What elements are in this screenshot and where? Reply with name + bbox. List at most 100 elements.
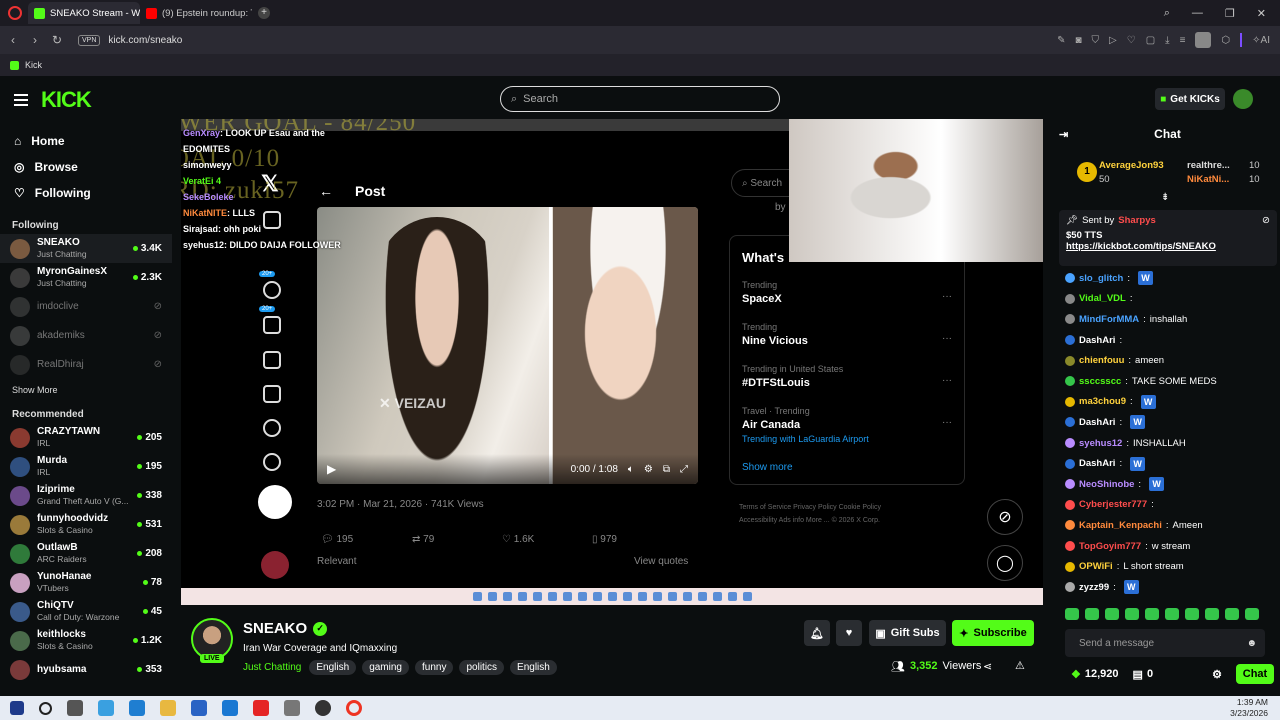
chat-message[interactable]: ma3chou9: W (1065, 392, 1275, 413)
send-chat-button[interactable]: Chat (1236, 664, 1274, 684)
chat-username[interactable]: OPWiFi (1079, 561, 1113, 572)
chat-username[interactable]: zyzz99 (1079, 582, 1109, 593)
camera-icon[interactable]: ◙ (1075, 35, 1081, 46)
reload-button[interactable]: ↻ (46, 33, 68, 47)
close-window-button[interactable]: ✕ (1257, 7, 1266, 20)
chat-username[interactable]: syehus12 (1079, 438, 1122, 449)
chat-username[interactable]: TopGoyim777 (1079, 541, 1141, 552)
sidebar-channel[interactable]: keithlocks Slots & Casino 1.2K (0, 626, 172, 655)
sidebar-channel[interactable]: Murda IRL 195 (0, 452, 172, 481)
sidebar-channel[interactable]: OutlawB ARC Raiders 208 (0, 539, 172, 568)
tag[interactable]: English (510, 660, 557, 675)
tag[interactable]: politics (459, 660, 505, 675)
expand-leaderboard-icon[interactable]: ⇟ (1161, 192, 1169, 203)
minimize-button[interactable]: — (1192, 7, 1203, 20)
steam-icon[interactable] (315, 700, 331, 716)
follow-heart-button[interactable]: ♥ (836, 620, 862, 646)
vpn-badge[interactable]: VPN (78, 34, 101, 46)
mail-icon[interactable] (222, 700, 238, 716)
emoji-icon[interactable]: ☻ (1246, 638, 1257, 649)
maximize-button[interactable]: ❐ (1225, 7, 1235, 20)
show-more-link[interactable]: Show More (0, 385, 172, 399)
search-tabs-icon[interactable]: ⌕ (1164, 7, 1170, 20)
chat-message[interactable]: slo_glitch: W (1065, 268, 1275, 289)
back-button[interactable]: ‹ (2, 33, 24, 47)
chat-username[interactable]: DashAri (1079, 417, 1115, 428)
shield-icon[interactable]: ⛉ (1092, 35, 1100, 46)
chat-username[interactable]: DashAri (1079, 335, 1115, 346)
new-tab-button[interactable]: + (258, 7, 270, 19)
hamburger-menu-icon[interactable] (14, 94, 28, 106)
play-icon[interactable]: ▷ (1109, 35, 1117, 46)
video-player[interactable]: 𝕏 20+ 20+ ← Post ✕ VEIZAU ▶ 0:00 / 1:08 … (181, 119, 1043, 605)
chat-message[interactable]: DashAri: (1065, 330, 1275, 351)
chat-message[interactable]: ssccsscc: TAKE SOME MEDS (1065, 371, 1275, 392)
app-icon[interactable] (284, 700, 300, 716)
sidebar-channel[interactable]: ChiQTV Call of Duty: Warzone 45 (0, 597, 172, 626)
chat-message[interactable]: Vidal_VDL: (1065, 289, 1275, 310)
sidebar-channel[interactable]: hyubsama 353 (0, 655, 172, 684)
sidebar-channel[interactable]: Iziprime Grand Theft Auto V (G... 338 (0, 481, 172, 510)
youtube-icon[interactable] (253, 700, 269, 716)
system-clock[interactable]: 1:39 AM 3/23/2026 (1230, 697, 1280, 719)
sidebar-channel[interactable]: YunoHanae VTubers 78 (0, 568, 172, 597)
chat-username[interactable]: ma3chou9 (1079, 396, 1126, 407)
ai-button[interactable]: ✧AI (1252, 35, 1270, 46)
sidebar-channel[interactable]: RealDhiraj ⊘ (0, 350, 172, 379)
streamer-name[interactable]: SNEAKO ✓ (243, 620, 328, 637)
sidebar-channel[interactable]: SNEAKO Just Chatting 3.4K (0, 234, 172, 263)
chat-message[interactable]: OPWiFi: L short stream (1065, 556, 1275, 577)
category-link[interactable]: Just Chatting (243, 662, 301, 673)
sidebar-channel[interactable]: funnyhoodvidz Slots & Casino 531 (0, 510, 172, 539)
sidebar-channel[interactable]: akademiks ⊘ (0, 321, 172, 350)
sidebar-item-browse[interactable]: ◎ Browse (0, 154, 172, 180)
sidebar-item-home[interactable]: ⌂ Home (0, 128, 172, 154)
get-kicks-button[interactable]: ■ Get KICKs (1155, 88, 1225, 110)
task-view-icon[interactable] (67, 700, 83, 716)
chat-message[interactable]: TopGoyim777: w stream (1065, 536, 1275, 557)
opera-icon[interactable] (346, 700, 362, 716)
chat-message[interactable]: chienfouu: ameen (1065, 350, 1275, 371)
tab-youtube[interactable]: (9) Epstein roundup: Trum (140, 2, 252, 24)
sidebar-item-following[interactable]: ♡ Following (0, 180, 172, 206)
chat-username[interactable]: Cyberjester777 (1079, 499, 1147, 510)
opera-logo-icon[interactable] (8, 6, 22, 20)
menu-icon[interactable]: ≡ (1180, 35, 1186, 46)
chat-username[interactable]: DashAri (1079, 458, 1115, 469)
subscribe-button[interactable]: ✦ Subscribe (952, 620, 1034, 646)
extensions-icon[interactable]: ⬡ (1221, 35, 1230, 46)
tag[interactable]: funny (415, 660, 454, 675)
kick-logo[interactable]: KICK (41, 87, 92, 113)
chat-message[interactable]: DashAri: W (1065, 453, 1275, 474)
download-icon[interactable]: ⤓ (1165, 35, 1169, 46)
copilot-icon[interactable] (98, 700, 114, 716)
chat-username[interactable]: ssccsscc (1079, 376, 1121, 387)
emote-bar[interactable] (1065, 608, 1259, 620)
edge-icon[interactable] (129, 700, 145, 716)
chat-username[interactable]: NeoShinobe (1079, 479, 1134, 490)
file-explorer-icon[interactable] (160, 700, 176, 716)
bookmark-kick[interactable]: Kick (25, 60, 42, 70)
gift-subs-button[interactable]: ▣ Gift Subs (869, 620, 946, 646)
url-field[interactable]: kick.com/sneako (108, 35, 182, 46)
chat-username[interactable]: MindForMMA (1079, 314, 1139, 325)
windows-start-icon[interactable] (10, 701, 24, 715)
profile-avatar[interactable] (1195, 32, 1212, 48)
chat-username[interactable]: chienfouu (1079, 355, 1124, 366)
chat-message[interactable]: DashAri: W (1065, 412, 1275, 433)
sidebar-channel[interactable]: CRAZYTAWN IRL 205 (0, 423, 172, 452)
edit-icon[interactable]: ✎ (1057, 35, 1065, 46)
chat-input[interactable]: Send a message ☻ (1065, 629, 1265, 657)
forward-button[interactable]: › (24, 33, 46, 47)
tag[interactable]: English (309, 660, 357, 675)
box-icon[interactable]: ▢ (1146, 35, 1155, 46)
collapse-chat-icon[interactable]: ⇥ (1059, 128, 1068, 141)
chat-username[interactable]: slo_glitch (1079, 273, 1123, 284)
notifications-bell-button[interactable]: 🔔︎ (804, 620, 830, 646)
search-icon[interactable] (39, 701, 52, 715)
chat-message[interactable]: Kaptain_Kenpachi: Ameen (1065, 515, 1275, 536)
tab-kick[interactable]: SNEAKO Stream - Wa (28, 2, 140, 24)
user-avatar[interactable] (1233, 89, 1253, 109)
chat-username[interactable]: Vidal_VDL (1079, 293, 1126, 304)
chat-message[interactable]: MindForMMA: inshallah (1065, 309, 1275, 330)
